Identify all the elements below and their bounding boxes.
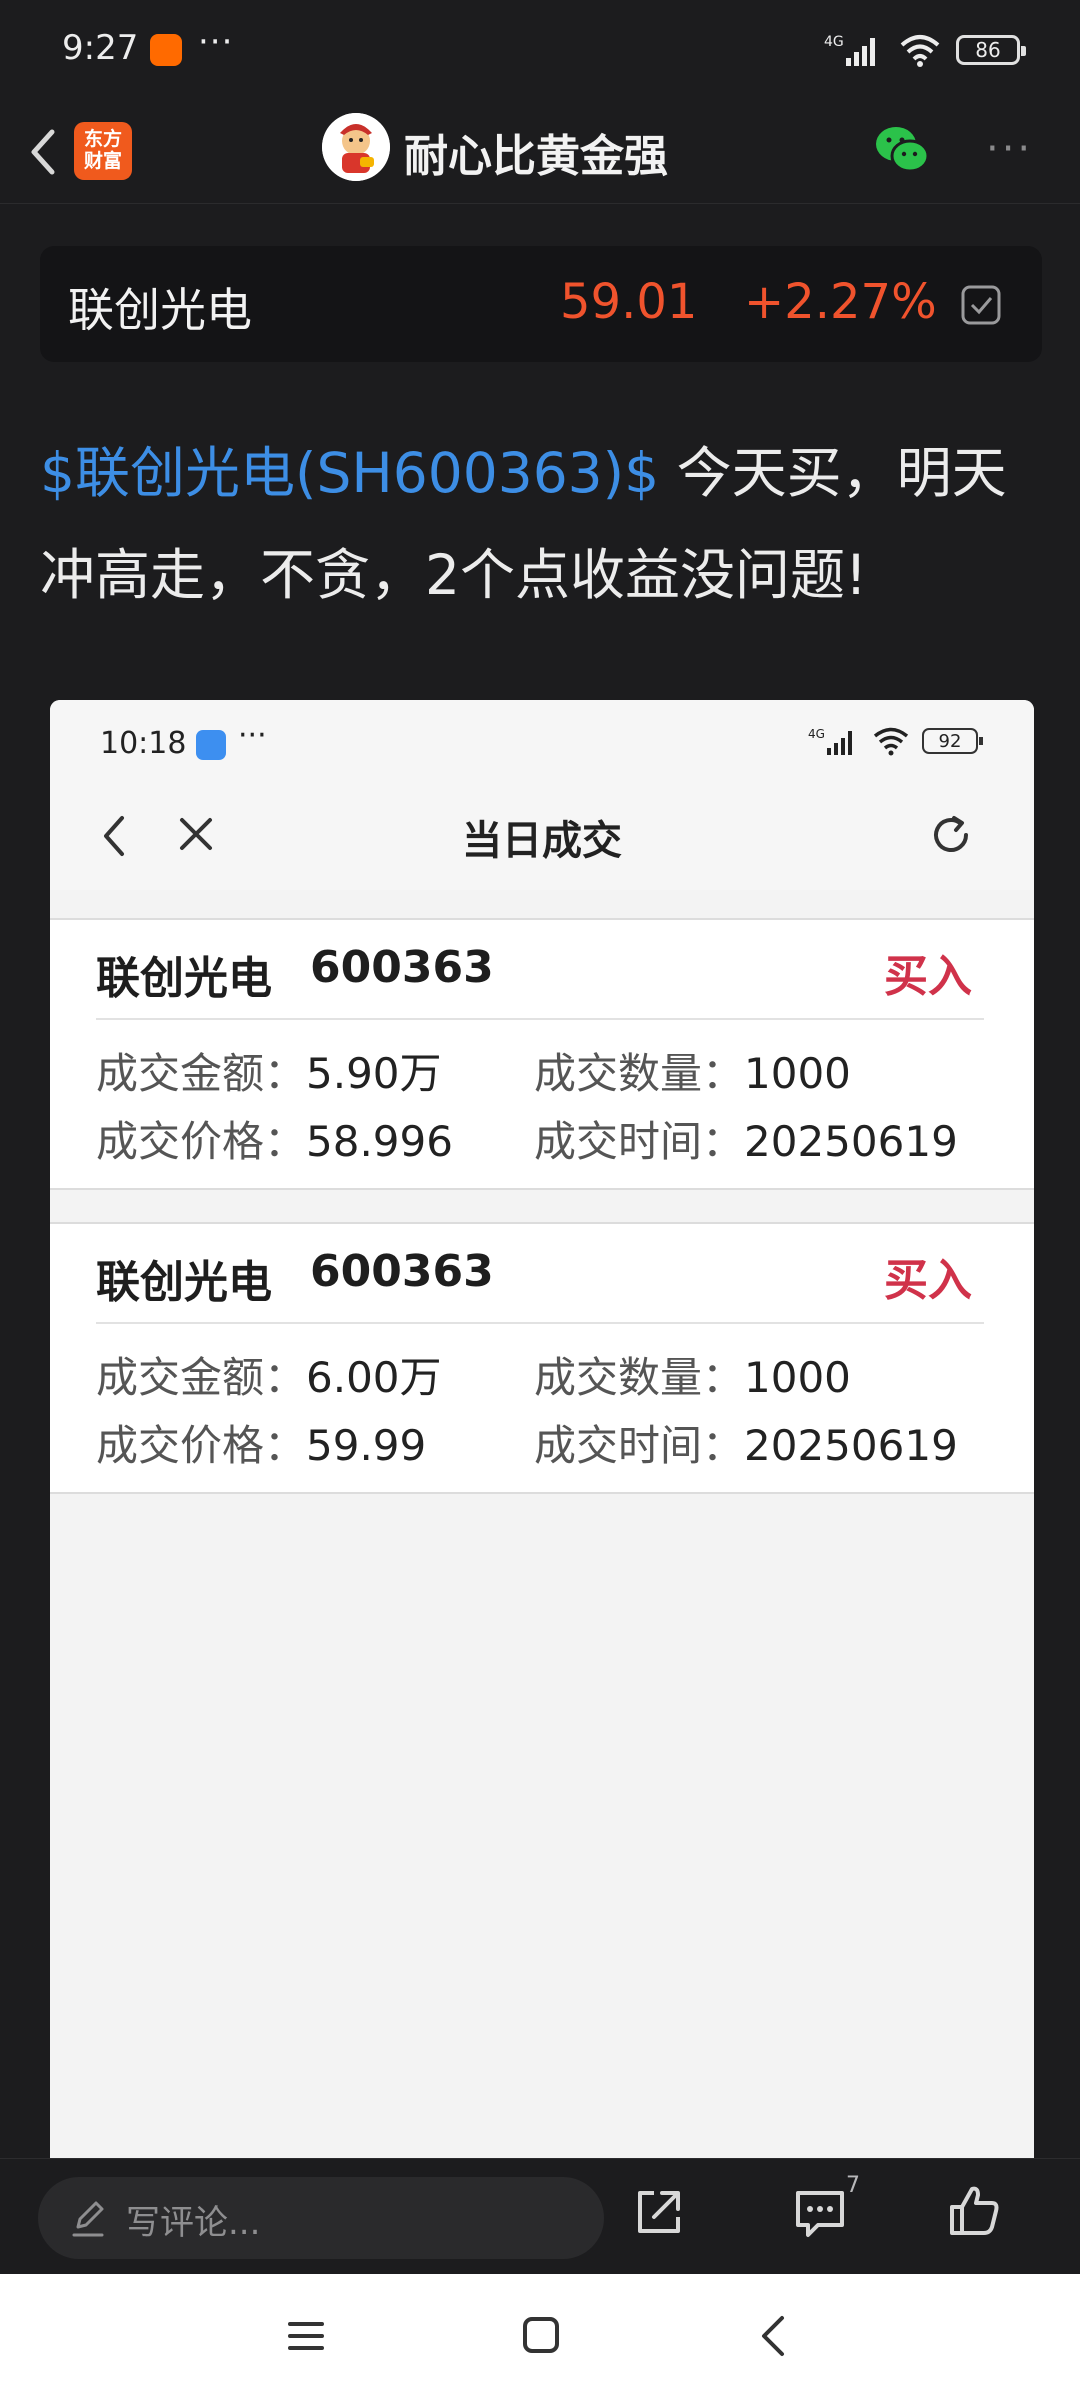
trade-price: 成交价格：59.99 — [96, 1421, 427, 1470]
post-header: 东方 财富 耐心比黄金强 ··· — [0, 100, 1080, 204]
trade-amount: 成交金额：5.90万 — [96, 1049, 442, 1098]
wechat-share-icon[interactable] — [872, 122, 932, 178]
trade-action: 买入 — [884, 1255, 972, 1306]
author-name[interactable]: 耐心比黄金强 — [404, 120, 668, 184]
battery-icon: 86 — [956, 35, 1026, 65]
comment-input[interactable]: 写评论... — [38, 2177, 604, 2259]
xiaomi-notification-icon — [150, 34, 182, 66]
attached-image[interactable]: 10:18 ··· 4G 92 当日成交 联创光电 600363 买入 成交金额… — [50, 700, 1034, 2160]
image-status-icons: 4G 92 — [808, 726, 983, 756]
avatar-image — [322, 113, 390, 181]
share-icon[interactable] — [632, 2185, 686, 2239]
image-page-title: 当日成交 — [462, 818, 622, 864]
avatar[interactable] — [322, 113, 390, 181]
eastmoney-logo[interactable]: 东方 财富 — [74, 122, 132, 180]
bottom-action-bar: 写评论... 7 — [0, 2158, 1080, 2274]
image-battery-level: 92 — [938, 730, 962, 752]
trade-time: 成交时间：20250619 — [534, 1421, 958, 1470]
more-options-icon[interactable]: ··· — [986, 126, 1033, 172]
more-notifications-icon: ··· — [198, 22, 234, 62]
trade-card: 联创光电 600363 买入 成交金额：5.90万 成交数量：1000 成交价格… — [50, 918, 1034, 1190]
svg-text:4G: 4G — [824, 34, 844, 50]
image-status-time: 10:18 — [100, 726, 187, 761]
trade-stock-name: 联创光电 — [96, 1257, 272, 1308]
home-icon[interactable] — [522, 2316, 560, 2354]
trade-quantity: 成交数量：1000 — [534, 1353, 851, 1402]
trade-stock-name: 联创光电 — [96, 953, 272, 1004]
image-nav-bar: 当日成交 — [50, 780, 1034, 890]
card-divider — [96, 1322, 984, 1324]
comment-count: 7 — [846, 2173, 860, 2198]
card-divider — [96, 1018, 984, 1020]
image-more-notifications-icon: ··· — [238, 718, 267, 753]
image-signal-icon: 4G — [808, 727, 852, 755]
image-app-notification-icon — [196, 730, 226, 760]
trade-card: 联创光电 600363 买入 成交金额：6.00万 成交数量：1000 成交价格… — [50, 1222, 1034, 1494]
comment-placeholder: 写评论... — [126, 2203, 261, 2243]
status-icons: 4G 86 — [824, 30, 1026, 70]
battery-level: 86 — [975, 38, 1001, 62]
recent-apps-icon[interactable] — [286, 2316, 326, 2356]
post-content: $联创光电(SH600363)$ 今天买，明天冲高走，不贪，2个点收益没问题! — [40, 422, 1050, 626]
pencil-icon — [72, 2201, 104, 2237]
trade-amount: 成交金额：6.00万 — [96, 1353, 442, 1402]
system-back-icon[interactable] — [758, 2314, 788, 2358]
wifi-icon — [900, 35, 940, 67]
trade-price: 成交价格：58.996 — [96, 1117, 453, 1166]
add-watchlist-checkbox-icon[interactable] — [960, 284, 1002, 326]
system-nav-bar — [0, 2274, 1080, 2400]
image-wifi-icon — [873, 727, 909, 756]
trade-stock-code: 600363 — [310, 1246, 494, 1297]
status-bar: 9:27 ··· 4G 86 — [0, 0, 1080, 96]
image-battery-icon: 92 — [922, 728, 983, 754]
trade-time: 成交时间：20250619 — [534, 1117, 958, 1166]
stock-name: 联创光电 — [68, 283, 252, 337]
trade-stock-code: 600363 — [310, 942, 494, 993]
signal-icon: 4G — [824, 34, 875, 66]
trade-action: 买入 — [884, 951, 972, 1002]
back-icon[interactable] — [16, 118, 72, 186]
stock-tag-link[interactable]: $联创光电(SH600363)$ — [40, 441, 659, 505]
stock-price: 59.01 — [560, 274, 698, 330]
comment-icon[interactable] — [792, 2185, 848, 2239]
trade-quantity: 成交数量：1000 — [534, 1049, 851, 1098]
svg-text:4G: 4G — [808, 727, 825, 741]
thumbs-up-icon[interactable] — [946, 2181, 1002, 2239]
image-status-bar: 10:18 ··· 4G 92 — [50, 700, 1034, 780]
image-refresh-icon — [934, 816, 968, 852]
status-time: 9:27 — [62, 28, 139, 68]
stock-quote-bar[interactable]: 联创光电 59.01 +2.27% — [40, 246, 1042, 362]
stock-change: +2.27% — [744, 274, 937, 330]
